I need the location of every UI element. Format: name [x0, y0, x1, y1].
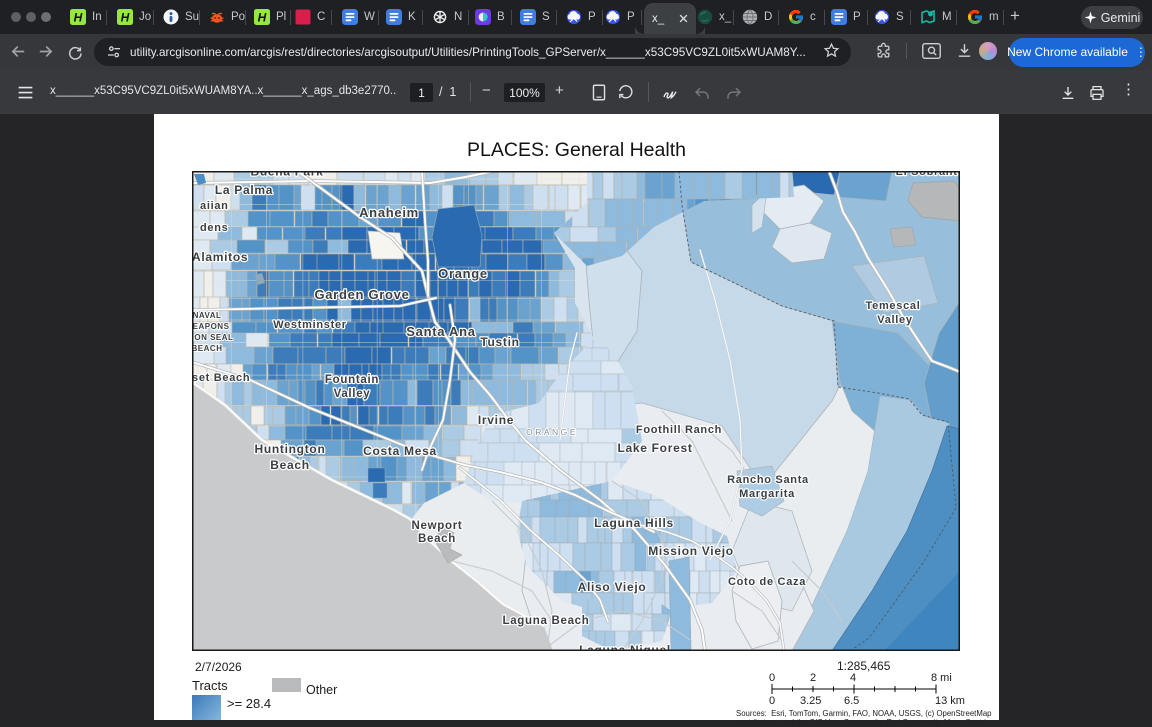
svg-text:Beach: Beach [418, 533, 456, 545]
svg-text:Garden Grove: Garden Grove [314, 287, 409, 302]
svg-text:Alamitos: Alamitos [192, 250, 248, 264]
svg-text:H: H [121, 11, 130, 25]
svg-text:Temescal: Temescal [866, 300, 921, 312]
svg-text:La Palma: La Palma [215, 183, 273, 197]
svg-text:H: H [74, 11, 83, 25]
svg-text:NAVAL: NAVAL [193, 311, 222, 320]
svg-text:Lake Forest: Lake Forest [617, 441, 692, 455]
svg-text:Aliso Viejo: Aliso Viejo [578, 580, 647, 594]
svg-text:Fountain: Fountain [325, 374, 379, 386]
svg-text:Westminster: Westminster [273, 319, 347, 331]
svg-text:Costa Mesa: Costa Mesa [363, 444, 437, 458]
svg-text:Coto de Caza: Coto de Caza [728, 576, 806, 588]
svg-text:Mission Viejo: Mission Viejo [648, 544, 734, 558]
svg-text:Huntington: Huntington [255, 442, 326, 456]
svg-text:Beach: Beach [270, 458, 310, 472]
svg-text:Santa Ana: Santa Ana [406, 324, 475, 339]
svg-text:Anaheim: Anaheim [359, 205, 419, 220]
svg-text:WEAPONS: WEAPONS [192, 322, 230, 331]
svg-text:BEACH: BEACH [192, 344, 222, 353]
svg-text:Rancho Santa: Rancho Santa [727, 474, 809, 486]
svg-text:Irvine: Irvine [478, 413, 514, 427]
svg-text:Laguna Hills: Laguna Hills [594, 516, 674, 530]
svg-text:ORANGE: ORANGE [526, 427, 578, 437]
svg-text:Foothill Ranch: Foothill Ranch [636, 424, 722, 436]
svg-text:Tustin: Tustin [480, 335, 519, 349]
svg-text:dens: dens [200, 222, 228, 234]
svg-text:ATION SEAL: ATION SEAL [192, 333, 233, 342]
svg-text:Margarita: Margarita [739, 488, 795, 500]
svg-text:H: H [258, 11, 267, 25]
svg-text:set Beach: set Beach [192, 372, 250, 384]
svg-text:Laguna Beach: Laguna Beach [502, 615, 589, 627]
svg-text:Orange: Orange [438, 266, 488, 281]
svg-text:Valley: Valley [877, 314, 913, 326]
svg-text:aiian: aiian [200, 200, 229, 212]
svg-text:Valley: Valley [334, 388, 371, 400]
svg-text:Newport: Newport [412, 520, 463, 532]
